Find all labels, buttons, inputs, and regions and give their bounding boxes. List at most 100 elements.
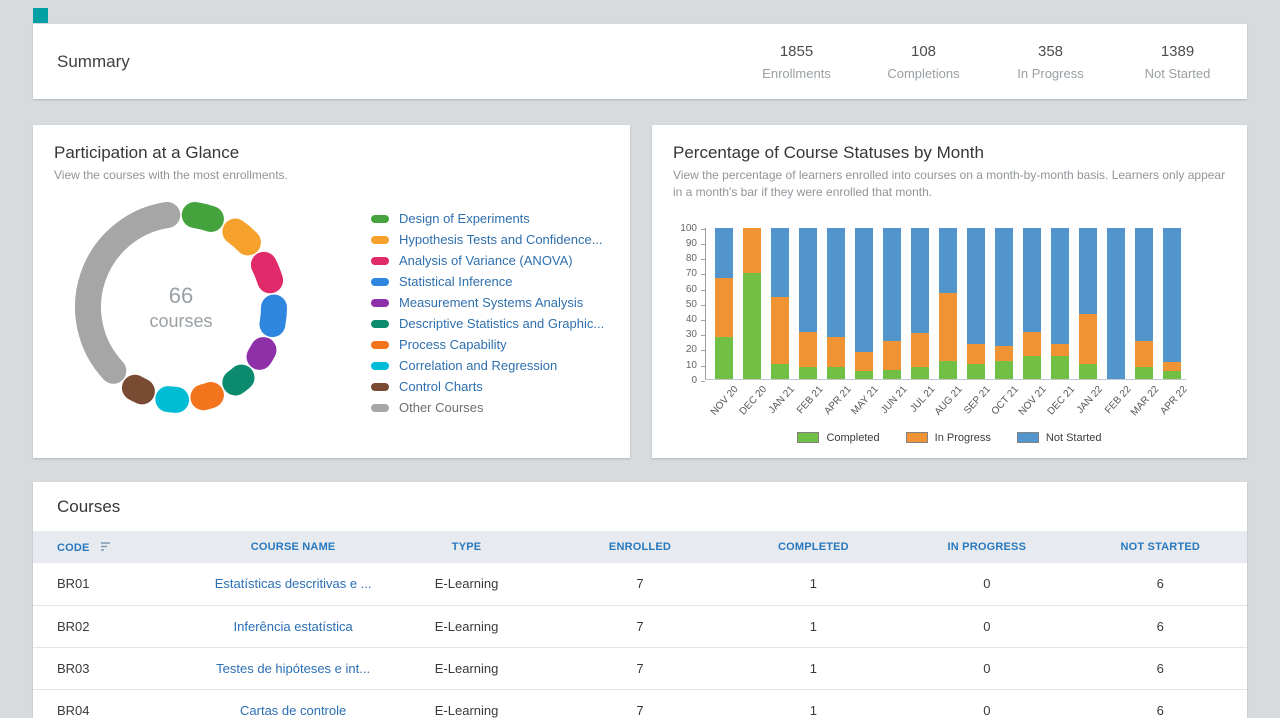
- participation-legend-item[interactable]: Descriptive Statistics and Graphic...: [371, 313, 604, 334]
- stacked-bar[interactable]: [855, 228, 873, 379]
- bar-slot: OCT 21: [990, 228, 1018, 379]
- y-axis-label: 70: [686, 268, 697, 279]
- stacked-bar[interactable]: [1023, 228, 1041, 379]
- bar-slot: JUN 21: [878, 228, 906, 379]
- stacked-bar[interactable]: [967, 228, 985, 379]
- legend-label: Correlation and Regression: [399, 358, 557, 373]
- bar-segment-not-started: [771, 228, 789, 297]
- legend-swatch: [371, 341, 389, 349]
- column-header-in-progress[interactable]: IN PROGRESS: [900, 531, 1073, 563]
- stacked-bar[interactable]: [715, 228, 733, 379]
- stacked-bar[interactable]: [939, 228, 957, 379]
- course-row: BR02 Inferência estatística E-Learning 7…: [33, 605, 1247, 647]
- bar-slot: DEC 21: [1046, 228, 1074, 379]
- bar-slot: FEB 21: [794, 228, 822, 379]
- stacked-bar[interactable]: [771, 228, 789, 379]
- y-axis-label: 10: [686, 360, 697, 371]
- legend-swatch: [371, 383, 389, 391]
- donut-slice[interactable]: [203, 395, 211, 397]
- bar-slot: JAN 22: [1074, 228, 1102, 379]
- bar-segment-not-started: [1107, 228, 1125, 379]
- stacked-bar[interactable]: [1107, 228, 1125, 379]
- course-in-progress: 0: [900, 647, 1073, 689]
- column-header-type[interactable]: TYPE: [380, 531, 553, 563]
- column-header-enrolled[interactable]: ENROLLED: [553, 531, 726, 563]
- course-name-link[interactable]: Estatísticas descritivas e ...: [215, 576, 372, 591]
- column-header-not-started[interactable]: NOT STARTED: [1074, 531, 1247, 563]
- bar-legend-item: Not Started: [1017, 432, 1102, 444]
- stacked-bar[interactable]: [995, 228, 1013, 379]
- donut-slice[interactable]: [260, 350, 264, 357]
- column-header-code[interactable]: CODE: [33, 531, 206, 563]
- donut-slice[interactable]: [168, 400, 176, 401]
- sort-icon[interactable]: [100, 541, 113, 552]
- participation-legend-item[interactable]: Other Courses: [371, 397, 604, 418]
- bar-segment-not-started: [1023, 228, 1041, 332]
- participation-legend-item[interactable]: Process Capability: [371, 334, 604, 355]
- bar-segment-in-progress: [995, 346, 1013, 361]
- participation-legend-item[interactable]: Measurement Systems Analysis: [371, 292, 604, 313]
- y-axis-label: 50: [686, 299, 697, 310]
- y-axis-label: 100: [680, 223, 697, 234]
- stacked-bar[interactable]: [827, 228, 845, 379]
- bar-slot: SEP 21: [962, 228, 990, 379]
- stacked-bar[interactable]: [1051, 228, 1069, 379]
- participation-legend-item[interactable]: Hypothesis Tests and Confidence...: [371, 229, 604, 250]
- column-header-course-name[interactable]: COURSE NAME: [206, 531, 379, 563]
- donut-slice[interactable]: [88, 215, 167, 371]
- course-enrolled: 7: [553, 605, 726, 647]
- stacked-bar[interactable]: [883, 228, 901, 379]
- legend-swatch: [371, 362, 389, 370]
- legend-label: Analysis of Variance (ANOVA): [399, 253, 573, 268]
- column-header-completed[interactable]: COMPLETED: [727, 531, 900, 563]
- course-type: E-Learning: [380, 563, 553, 605]
- stacked-bar[interactable]: [1079, 228, 1097, 379]
- bar-segment-in-progress: [911, 333, 929, 366]
- legend-label: Descriptive Statistics and Graphic...: [399, 316, 604, 331]
- donut-slice[interactable]: [235, 232, 248, 243]
- bar-segment-not-started: [1051, 228, 1069, 344]
- x-axis-label: FEB 21: [795, 384, 825, 416]
- course-code: BR03: [33, 647, 206, 689]
- bar-slot: NOV 20: [710, 228, 738, 379]
- donut-slice[interactable]: [235, 378, 241, 383]
- courses-card: Courses CODE COURSE NAMETYPEENROLLEDCOMP…: [33, 482, 1247, 718]
- participation-legend-item[interactable]: Correlation and Regression: [371, 355, 604, 376]
- course-type: E-Learning: [380, 647, 553, 689]
- bar-segment-in-progress: [1135, 341, 1153, 367]
- course-name-cell: Cartas de controle: [206, 689, 379, 718]
- summary-stat: 1855 Enrollments: [733, 43, 860, 81]
- bar-slot: DEC 20: [738, 228, 766, 379]
- stat-value: 1389: [1114, 43, 1241, 60]
- course-completed: 1: [727, 605, 900, 647]
- stacked-bar[interactable]: [1163, 228, 1181, 379]
- summary-stat: 108 Completions: [860, 43, 987, 81]
- donut-slice[interactable]: [272, 308, 274, 325]
- bar-segment-not-started: [939, 228, 957, 293]
- stacked-bar[interactable]: [743, 228, 761, 379]
- participation-legend: Design of Experiments Hypothesis Tests a…: [371, 208, 604, 422]
- course-completed: 1: [727, 689, 900, 718]
- participation-legend-item[interactable]: Statistical Inference: [371, 271, 604, 292]
- participation-legend-item[interactable]: Analysis of Variance (ANOVA): [371, 250, 604, 271]
- stacked-bar[interactable]: [799, 228, 817, 379]
- participation-legend-item[interactable]: Design of Experiments: [371, 208, 604, 229]
- donut-slice[interactable]: [195, 215, 211, 219]
- stacked-bar[interactable]: [1135, 228, 1153, 379]
- course-enrolled: 7: [553, 647, 726, 689]
- course-name-link[interactable]: Cartas de controle: [240, 703, 346, 718]
- stacked-bar[interactable]: [911, 228, 929, 379]
- course-name-link[interactable]: Testes de hipóteses e int...: [216, 661, 370, 676]
- donut-slice[interactable]: [135, 388, 142, 392]
- stat-value: 108: [860, 43, 987, 60]
- participation-legend-item[interactable]: Control Charts: [371, 376, 604, 397]
- course-name-link[interactable]: Inferência estatística: [234, 619, 353, 634]
- course-not-started: 6: [1074, 563, 1247, 605]
- bar-segment-in-progress: [883, 341, 901, 370]
- bar-legend-swatch: [1017, 432, 1039, 443]
- x-axis-label: MAY 21: [850, 384, 881, 417]
- course-not-started: 6: [1074, 647, 1247, 689]
- legend-label: Design of Experiments: [399, 211, 530, 226]
- donut-slice[interactable]: [264, 265, 270, 280]
- participation-subtitle: View the courses with the most enrollmen…: [54, 167, 609, 184]
